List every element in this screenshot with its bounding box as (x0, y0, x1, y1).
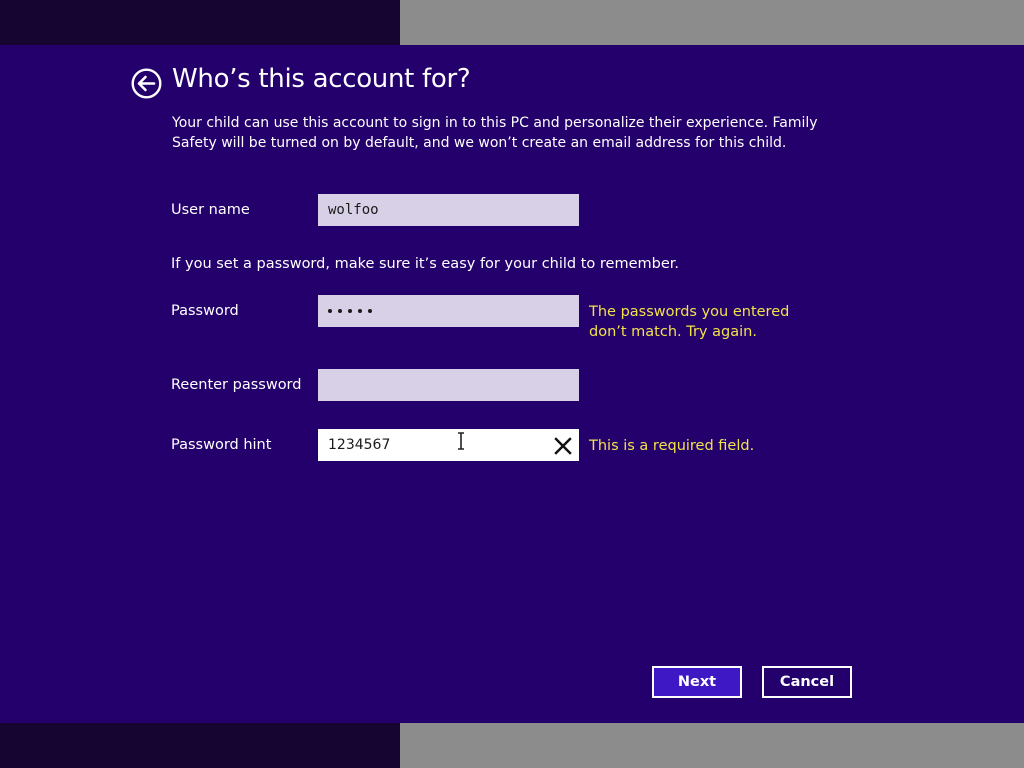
password-mask-dot (328, 309, 332, 313)
bottom-strip-dark (0, 723, 400, 768)
page-description: Your child can use this account to sign … (172, 115, 818, 151)
password-mask-dot (358, 309, 362, 313)
close-icon (554, 437, 572, 455)
password-hint-input[interactable] (318, 429, 579, 461)
back-button[interactable] (131, 68, 162, 99)
top-strip-dark (0, 0, 400, 45)
back-arrow-circle-icon (131, 68, 162, 99)
top-background-strip (0, 0, 1024, 45)
clear-hint-button[interactable] (553, 436, 573, 456)
reenter-password-input[interactable] (318, 369, 579, 401)
reenter-password-label: Reenter password (171, 377, 302, 393)
cancel-button[interactable]: Cancel (762, 666, 852, 698)
hint-error-message: This is a required field. (589, 438, 755, 454)
password-mask-dot (338, 309, 342, 313)
top-strip-gray (400, 0, 1024, 45)
username-input[interactable] (318, 194, 579, 226)
next-button[interactable]: Next (652, 666, 742, 698)
bottom-background-strip (0, 723, 1024, 768)
password-mask-dot (368, 309, 372, 313)
password-input[interactable] (318, 295, 579, 327)
username-label: User name (171, 202, 250, 218)
password-label: Password (171, 303, 239, 319)
password-note: If you set a password, make sure it’s ea… (171, 256, 679, 272)
bottom-strip-gray (400, 723, 1024, 768)
password-hint-label: Password hint (171, 437, 272, 453)
text-cursor-icon (456, 432, 466, 450)
password-error-message: The passwords you entered don’t match. T… (589, 304, 790, 340)
password-mask-dot (348, 309, 352, 313)
page-title: Who’s this account for? (172, 64, 471, 94)
